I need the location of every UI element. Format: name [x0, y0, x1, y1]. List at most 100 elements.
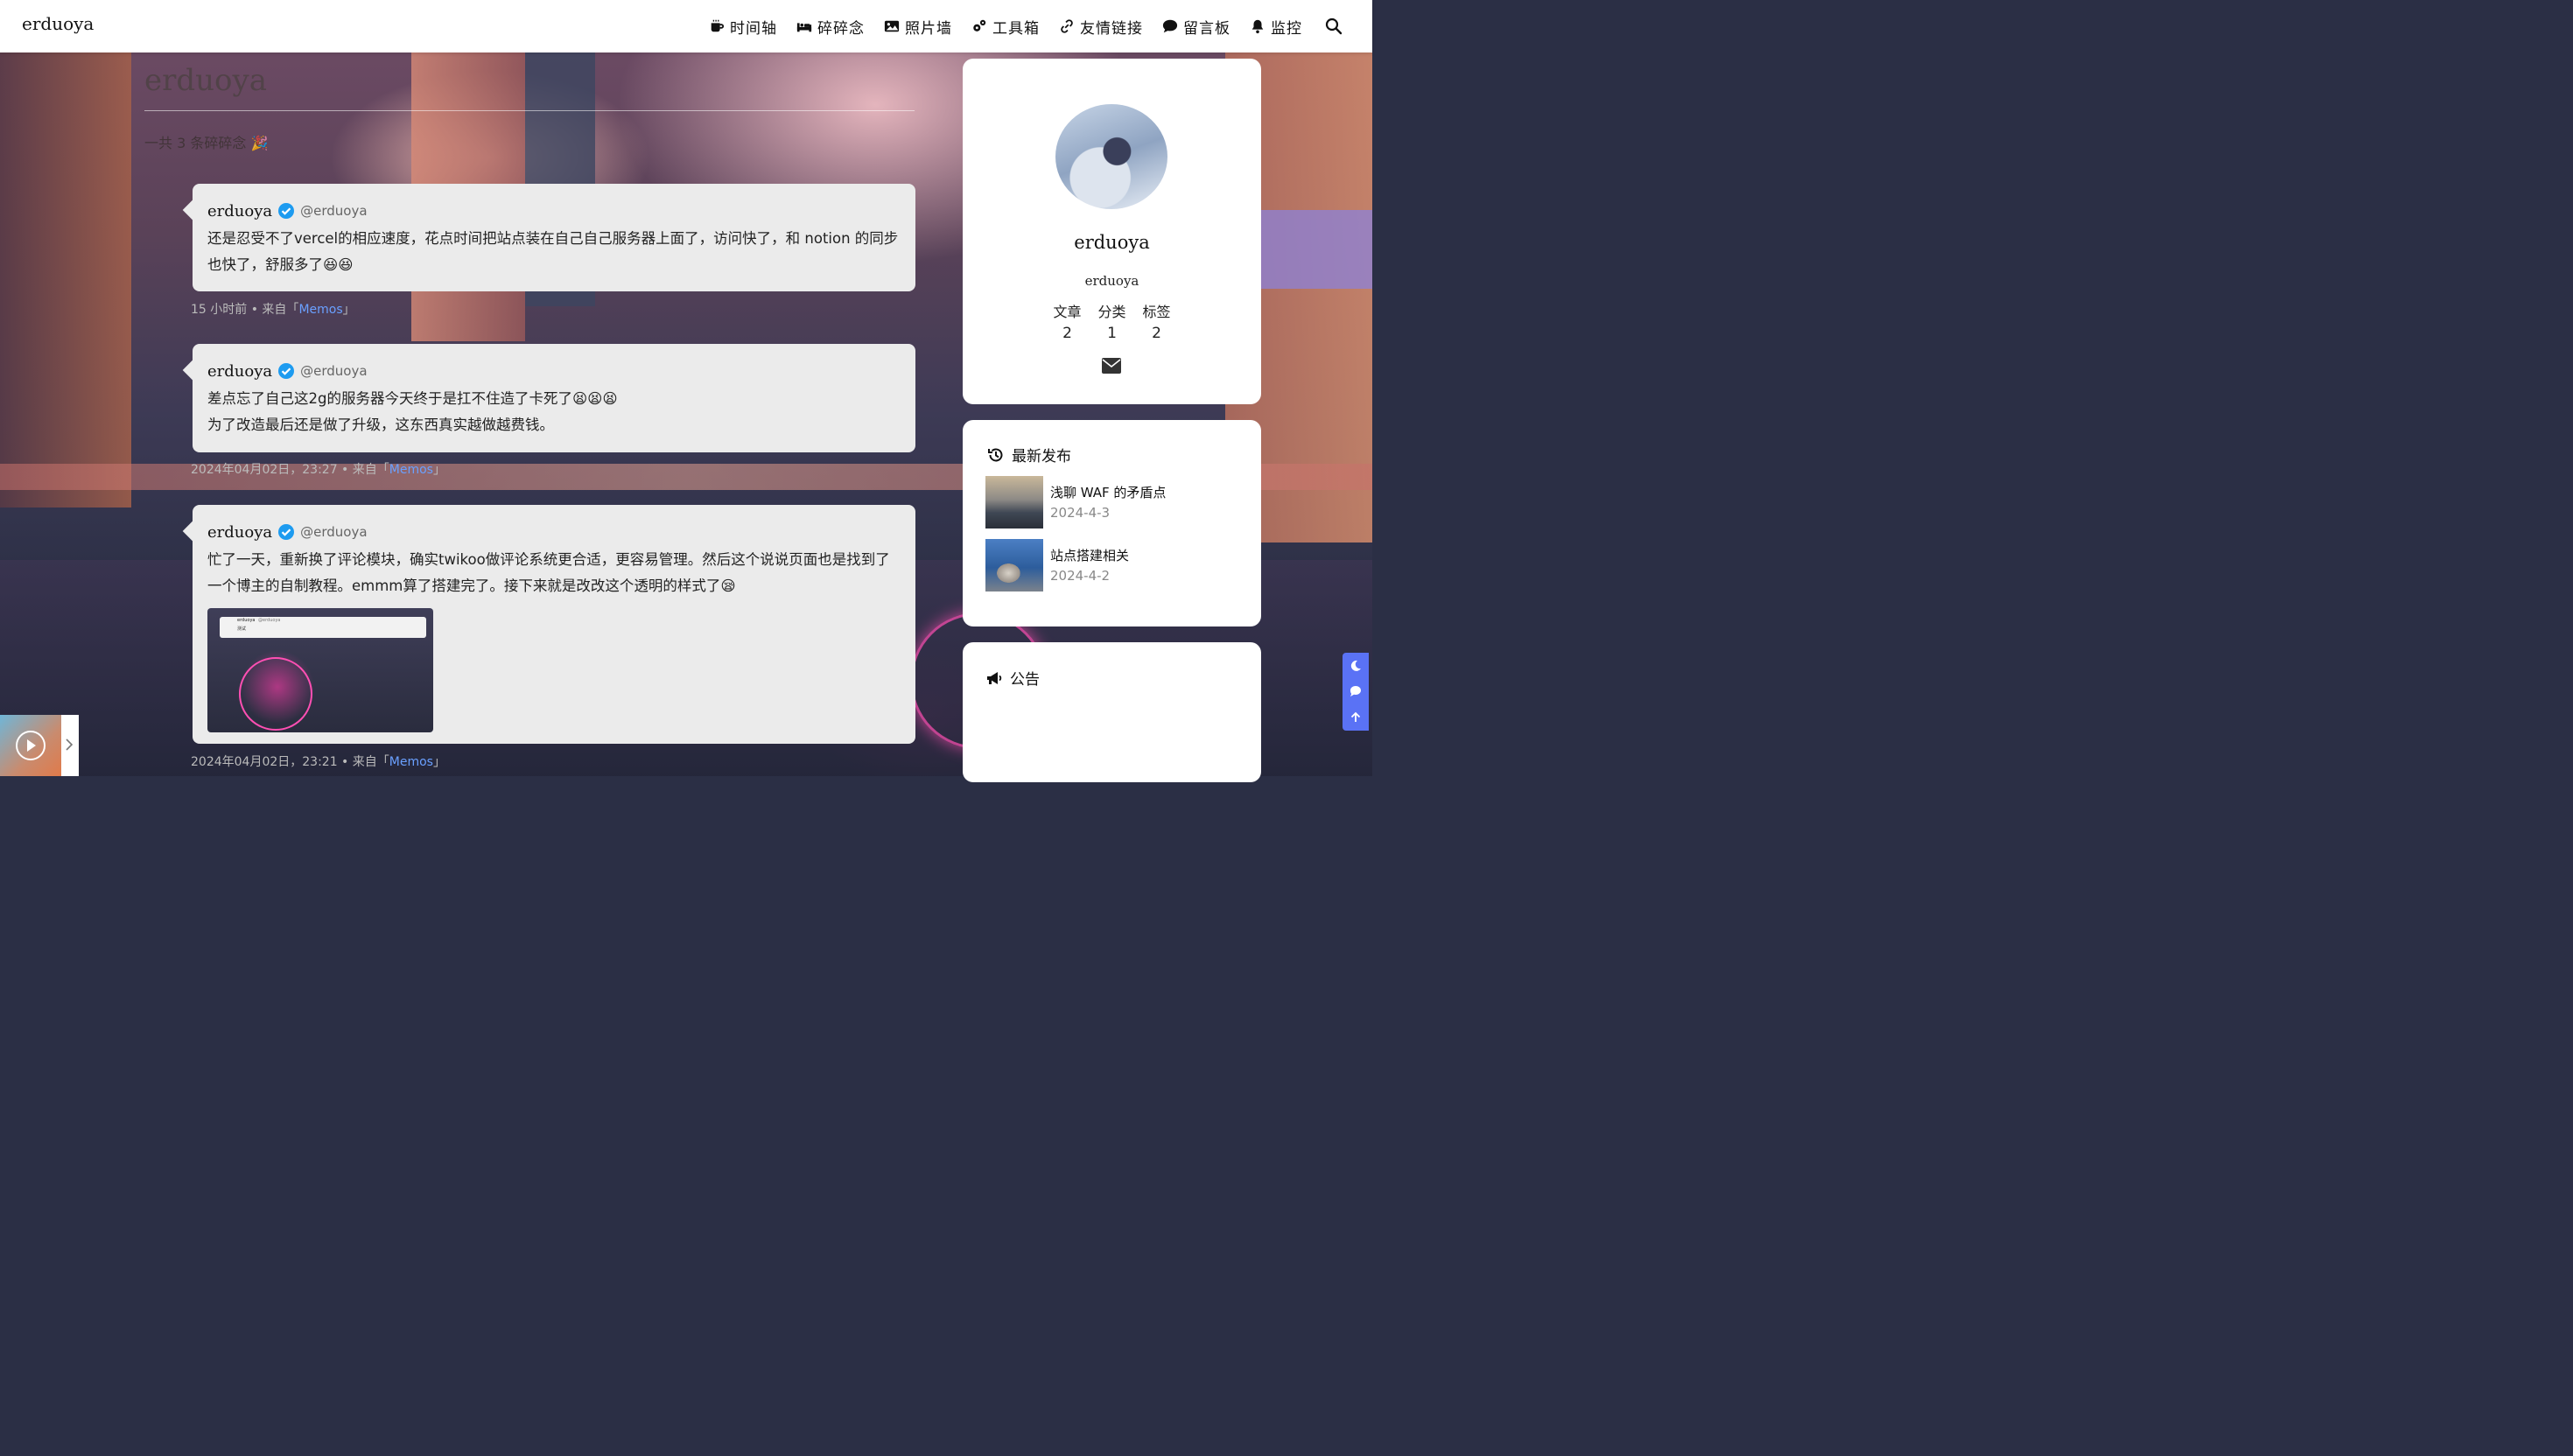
stat-value: 2 — [1152, 325, 1161, 342]
memo-meta: 15 小时前 • 来自「Memos」 — [191, 300, 355, 318]
memo-source-link[interactable]: Memos — [298, 303, 342, 317]
back-to-top-icon[interactable] — [1350, 711, 1362, 724]
memo-meta: 2024年04月02日，23:27 • 来自「Memos」 — [191, 460, 445, 478]
bell-icon — [1251, 19, 1264, 34]
profile-stats: 文章 2 分类 1 标签 2 — [963, 300, 1261, 342]
thumb-handle: @erduoya — [258, 618, 281, 623]
verified-badge-icon — [278, 524, 295, 540]
post-title[interactable]: 站点搭建相关 — [1050, 546, 1129, 564]
recent-heading: 最新发布 — [987, 444, 1071, 466]
memo-author[interactable]: erduoya — [207, 523, 272, 542]
recent-heading-label: 最新发布 — [1012, 448, 1071, 466]
nav-item-timeline[interactable]: 时间轴 — [709, 16, 777, 38]
megaphone-icon — [987, 671, 1002, 684]
verified-badge-icon — [278, 363, 295, 379]
memo-card: erduoya @erduoya 还是忍受不了vercel的相应速度，花点时间把… — [193, 184, 915, 291]
page-title: erduoya — [144, 63, 267, 98]
memo-source-link[interactable]: Memos — [389, 755, 433, 769]
notice-heading-label: 公告 — [1010, 671, 1040, 689]
envelope-icon[interactable] — [1102, 358, 1121, 374]
notice-heading: 公告 — [985, 667, 1040, 689]
memo-text: 还是忍受不了vercel的相应速度，花点时间把站点装在自己自己服务器上面了，访问… — [207, 230, 899, 273]
stat-articles[interactable]: 文章 2 — [1045, 300, 1090, 342]
memo-from-end: 」 — [432, 463, 445, 477]
memo-from-end: 」 — [432, 755, 445, 769]
recent-posts-card: 最新发布 浅聊 WAF 的矛盾点 2024-4-3 站点搭建相关 2024-4-… — [963, 420, 1261, 626]
nav-label: 时间轴 — [730, 19, 777, 38]
memo-handle: @erduoya — [300, 524, 368, 540]
nav-label: 碎碎念 — [817, 19, 865, 38]
memo-meta: 2024年04月02日，23:21 • 来自「Memos」 — [191, 752, 445, 770]
bed-icon — [796, 23, 812, 32]
top-navbar: erduoya 时间轴 碎碎念 照片墙 工具箱 友情链接 留言板 监控 — [0, 0, 1372, 52]
memo-author[interactable]: erduoya — [207, 202, 272, 220]
memo-card: erduoya @erduoya 差点忘了自己这2g的服务器今天终于是扛不住造了… — [193, 344, 915, 452]
post-date: 2024-4-3 — [1050, 505, 1111, 521]
nav-menu: 时间轴 碎碎念 照片墙 工具箱 友情链接 留言板 监控 — [709, 0, 1372, 52]
stat-label: 文章 — [1053, 304, 1082, 320]
memo-from: • 来自「 — [337, 755, 389, 769]
memo-line: 为了改造最后还是做了升级，这东西真实越做越费钱。 — [207, 416, 554, 433]
verified-badge-icon — [278, 203, 295, 219]
memo-handle: @erduoya — [300, 203, 368, 219]
play-button-icon[interactable] — [16, 731, 46, 760]
dark-mode-toggle-icon[interactable] — [1350, 660, 1362, 672]
memo-from: • 来自「 — [247, 303, 299, 317]
recent-post-item[interactable]: 浅聊 WAF 的矛盾点 2024-4-3 — [985, 476, 1166, 528]
memo-count: 一共 3 条碎碎念 🎉 — [144, 135, 269, 151]
memo-text: 忙了一天，重新换了评论模块，确实twikoo做评论系统更合适，更容易管理。然后这… — [207, 551, 890, 594]
post-title[interactable]: 浅聊 WAF 的矛盾点 — [1050, 483, 1166, 501]
post-thumbnail[interactable] — [985, 476, 1043, 528]
nav-item-photos[interactable]: 照片墙 — [884, 16, 952, 38]
search-icon[interactable] — [1325, 18, 1343, 35]
post-thumbnail[interactable] — [985, 539, 1043, 592]
nav-item-guestbook[interactable]: 留言板 — [1162, 16, 1230, 38]
memo-time: 15 小时前 — [191, 303, 248, 317]
avatar[interactable] — [1055, 104, 1167, 209]
post-date: 2024-4-2 — [1050, 568, 1111, 584]
profile-name: erduoya — [1074, 232, 1150, 253]
gears-icon — [973, 19, 986, 32]
memo-from: • 来自「 — [337, 463, 389, 477]
title-divider — [144, 110, 915, 111]
thumb-card: erduoya @erduoya 测试 — [220, 617, 426, 638]
stat-value: 2 — [1062, 325, 1072, 342]
nav-item-links[interactable]: 友情链接 — [1059, 16, 1143, 38]
profile-subtitle: erduoya — [1084, 273, 1139, 289]
memo-from-end: 」 — [342, 303, 355, 317]
link-icon — [1061, 19, 1073, 33]
music-player — [0, 715, 79, 776]
stat-label: 分类 — [1097, 304, 1126, 320]
nav-item-tools[interactable]: 工具箱 — [971, 16, 1040, 38]
nav-item-murmurs[interactable]: 碎碎念 — [796, 16, 865, 38]
thumb-text: 测试 — [237, 626, 247, 632]
notice-card: 公告 — [963, 642, 1261, 782]
memo-time: 2024年04月02日，23:21 — [191, 755, 338, 769]
stat-tags[interactable]: 标签 2 — [1134, 300, 1179, 342]
nav-label: 友情链接 — [1080, 19, 1143, 38]
image-icon — [884, 20, 900, 32]
nav-item-monitor[interactable]: 监控 — [1250, 16, 1302, 38]
site-brand[interactable]: erduoya — [22, 13, 94, 34]
stat-categories[interactable]: 分类 1 — [1090, 300, 1134, 342]
chevron-right-icon[interactable] — [65, 738, 74, 752]
recent-post-item[interactable]: 站点搭建相关 2024-4-2 — [985, 539, 1129, 592]
history-icon — [988, 448, 1003, 461]
comment-icon — [1162, 19, 1178, 33]
comment-shortcut-icon[interactable] — [1350, 685, 1362, 697]
nav-label: 留言板 — [1183, 19, 1230, 38]
memo-source-link[interactable]: Memos — [389, 463, 433, 477]
nav-label: 照片墙 — [905, 19, 952, 38]
floating-toolbar — [1343, 653, 1369, 731]
nav-label: 监控 — [1271, 19, 1302, 38]
coffee-mug-icon — [711, 19, 725, 32]
memo-text: 差点忘了自己这2g的服务器今天终于是扛不住造了卡死了😫😫😫 为了改造最后还是做了… — [207, 386, 900, 438]
memo-image[interactable]: erduoya @erduoya 测试 — [207, 608, 433, 732]
memo-line: 差点忘了自己这2g的服务器今天终于是扛不住造了卡死了😫😫😫 — [207, 390, 618, 407]
memo-time: 2024年04月02日，23:27 — [191, 463, 338, 477]
memo-handle: @erduoya — [300, 363, 368, 379]
memo-author[interactable]: erduoya — [207, 362, 272, 381]
profile-card: erduoya erduoya 文章 2 分类 1 标签 2 — [963, 59, 1261, 404]
memo-card: erduoya @erduoya 忙了一天，重新换了评论模块，确实twikoo做… — [193, 505, 915, 744]
thumb-name: erduoya — [237, 618, 256, 623]
